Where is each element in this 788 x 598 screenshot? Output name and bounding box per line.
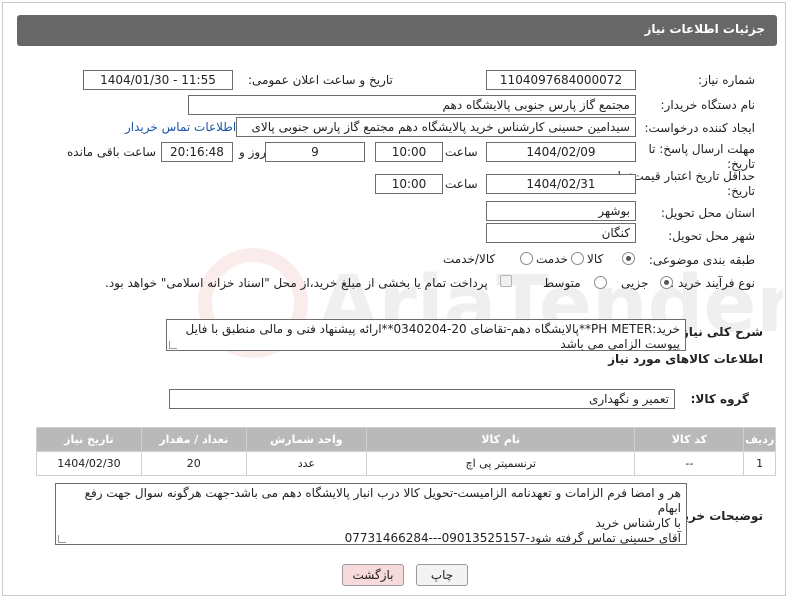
treasury-payment-checkbox[interactable]: [500, 275, 512, 287]
reply-time-field: 10:00: [375, 142, 443, 162]
reply-time-label: ساعت: [445, 145, 478, 159]
goods-group-label: گروه کالا:: [690, 392, 749, 406]
city-field: کنگان: [486, 223, 636, 243]
goods-group-field: تعمیر و نگهداری: [169, 389, 675, 409]
cell-code: --: [634, 451, 745, 476]
goods-table: ردیف کد کالا نام کالا واحد شمارش تعداد /…: [36, 427, 776, 476]
process-option-medium: متوسط: [543, 276, 581, 290]
announce-datetime-field: 1404/01/30 - 11:55: [83, 70, 233, 90]
treasury-payment-note: پرداخت تمام یا بخشی از مبلغ خرید،از محل …: [105, 276, 488, 290]
remaining-label: ساعت باقی مانده: [67, 145, 157, 159]
table-row[interactable]: 1 -- ترنسمیتر پی اچ عدد 20 1404/02/30: [36, 451, 776, 476]
general-desc-textarea[interactable]: خرید:PH METER**پالایشگاه دهم-تقاضای 20-0…: [166, 319, 686, 351]
page-frame: AriaTender.neT جزئیات اطلاعات نیاز شماره…: [2, 2, 786, 596]
category-label: طبقه بندی موضوعی:: [648, 253, 755, 267]
col-qty-header: تعداد / مقدار: [140, 427, 247, 452]
category-option-goods-service: کالا/خدمت: [443, 252, 496, 266]
city-label: شهر محل تحویل:: [668, 229, 755, 243]
page-title: جزئیات اطلاعات نیاز: [644, 22, 765, 36]
time-left-field: 20:16:48: [161, 142, 233, 162]
reply-date-field: 1404/02/09: [486, 142, 636, 162]
cell-name: ترنسمیتر پی اچ: [366, 451, 636, 476]
col-code-header: کد کالا: [634, 427, 745, 452]
category-option-goods: کالا: [587, 252, 604, 266]
col-name-header: نام کالا: [366, 427, 636, 452]
validity-time-label: ساعت: [445, 177, 478, 191]
cell-row: 1: [743, 451, 776, 476]
buyer-notes-textarea[interactable]: هر و امضا فرم الزامات و تعهدنامه الزامیس…: [55, 483, 687, 545]
announce-datetime-label: تاریخ و ساعت اعلان عمومی:: [248, 73, 393, 87]
process-option-minor: جزیی: [621, 276, 649, 290]
process-radio-minor[interactable]: [660, 276, 673, 289]
back-button[interactable]: بازگشت: [342, 564, 404, 586]
resize-handle[interactable]: [169, 341, 177, 349]
days-left-field: 9: [265, 142, 365, 162]
col-row-header: ردیف: [743, 427, 776, 452]
reply-deadline-label: مهلت ارسال پاسخ: تا تاریخ:: [648, 142, 755, 171]
col-unit-header: واحد شمارش: [245, 427, 368, 452]
print-button[interactable]: چاپ: [416, 564, 468, 586]
validity-date-field: 1404/02/31: [486, 174, 636, 194]
buyer-org-label: نام دستگاه خریدار:: [660, 98, 756, 112]
general-desc-label: شرح کلی نیاز:: [677, 325, 763, 339]
cell-unit: عدد: [245, 451, 368, 476]
cell-date: 1404/02/30: [36, 451, 142, 476]
validity-time-field: 10:00: [375, 174, 443, 194]
category-option-service: خدمت: [536, 252, 568, 266]
process-type-label: نوع فرآیند خرید :: [670, 276, 755, 290]
category-radio-service[interactable]: [571, 252, 584, 265]
goods-table-header: ردیف کد کالا نام کالا واحد شمارش تعداد /…: [36, 427, 776, 452]
buyer-notes-line-1: هر و امضا فرم الزامات و تعهدنامه الزامیس…: [84, 486, 681, 515]
buyer-org-field: مجتمع گاز پارس جنوبی پالایشگاه دهم: [188, 95, 636, 115]
requester-field: سیدامین حسینی کارشناس خرید پالایشگاه دهم…: [236, 117, 636, 137]
general-desc-text: خرید:PH METER**پالایشگاه دهم-تقاضای 20-0…: [185, 322, 680, 351]
buyer-notes-line-3: آقای حسینی تماس گرفته شود-09013525157---…: [344, 531, 681, 545]
process-radio-medium[interactable]: [594, 276, 607, 289]
province-label: استان محل تحویل:: [660, 206, 755, 220]
page-header: جزئیات اطلاعات نیاز: [17, 15, 777, 46]
province-field: بوشهر: [486, 201, 636, 221]
day-and-label: روز و: [239, 145, 266, 159]
requester-label: ایجاد کننده درخواست:: [644, 121, 755, 135]
category-radio-goods[interactable]: [622, 252, 635, 265]
buyer-notes-line-2: با کارشناس خرید: [595, 516, 681, 530]
price-validity-label: حداقل تاریخ اعتبار قیمت: تا تاریخ:: [617, 169, 755, 198]
category-radio-goods-service[interactable]: [520, 252, 533, 265]
cell-qty: 20: [140, 451, 247, 476]
resize-handle[interactable]: [58, 535, 66, 543]
goods-info-title: اطلاعات کالاهای مورد نیاز: [608, 352, 763, 366]
col-date-header: تاریخ نیاز: [36, 427, 142, 452]
buyer-contact-link[interactable]: اطلاعات تماس خریدار: [125, 120, 236, 134]
need-number-field: 1104097684000072: [486, 70, 636, 90]
need-number-label: شماره نیاز:: [698, 73, 755, 87]
